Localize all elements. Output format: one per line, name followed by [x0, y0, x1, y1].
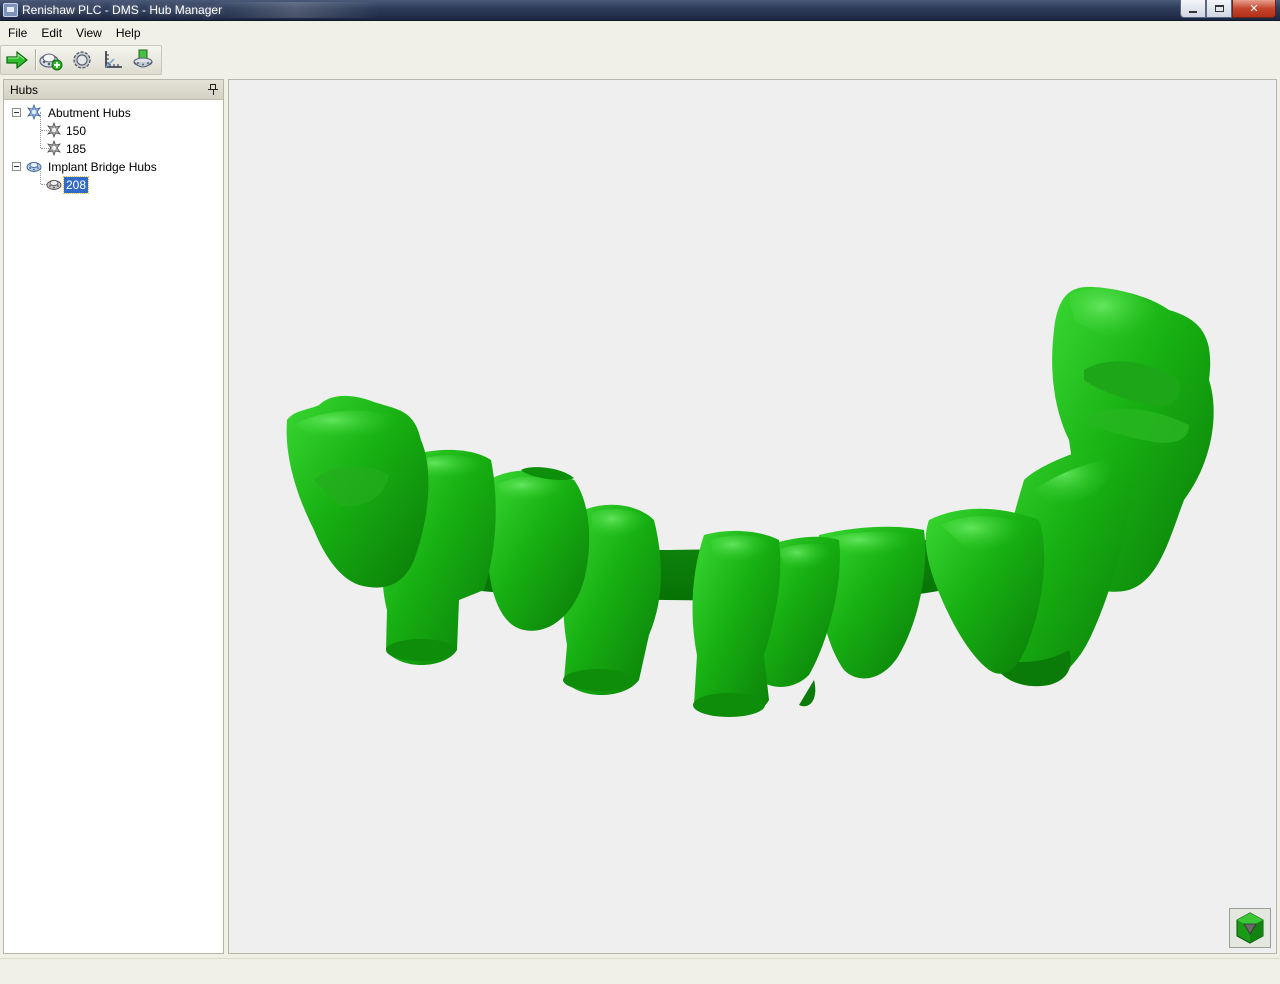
window-controls: ✕	[1180, 0, 1276, 18]
app-icon[interactable]	[3, 3, 18, 17]
bridge-hub-icon	[46, 180, 62, 190]
bridge-hub-icon	[26, 162, 42, 172]
tree-item-label: 208	[62, 176, 90, 194]
tree-item-abutment-hubs[interactable]: Abutment Hubs	[4, 104, 223, 122]
minimize-button[interactable]	[1180, 0, 1206, 18]
abutment-hub-icon	[47, 122, 61, 138]
menu-edit[interactable]: Edit	[33, 22, 68, 44]
panel-title: Hubs	[10, 83, 39, 97]
pin-icon[interactable]	[208, 84, 218, 95]
hub-gear-icon	[73, 51, 91, 69]
tree-item-label: Abutment Hubs	[48, 106, 131, 120]
orientation-cube-icon	[1236, 912, 1264, 944]
collapse-toggle[interactable]	[12, 108, 21, 117]
add-hub-icon	[39, 53, 63, 71]
hubs-panel: Hubs Abutment Hubs 150 185 Implant Bridg…	[3, 79, 224, 954]
status-bar	[0, 958, 1280, 984]
restore-icon	[1214, 5, 1224, 12]
model-viewport[interactable]	[228, 79, 1277, 954]
title-bar: Renishaw PLC - DMS - Hub Manager ✕	[0, 0, 1280, 21]
abutment-hub-icon	[27, 104, 41, 120]
close-button[interactable]: ✕	[1232, 0, 1276, 18]
orientation-cube[interactable]	[1229, 908, 1271, 948]
abutment-hub-icon	[47, 140, 61, 156]
window-title: Renishaw PLC - DMS - Hub Manager	[22, 3, 223, 17]
tree-item-150[interactable]: 150	[4, 122, 223, 140]
tree-item-label: Implant Bridge Hubs	[48, 160, 157, 174]
tree-item-185[interactable]: 185	[4, 140, 223, 158]
go-button[interactable]	[4, 47, 30, 73]
add-hub-button[interactable]	[38, 47, 64, 73]
minimize-icon	[1189, 10, 1197, 13]
tree-item-208[interactable]: 208	[4, 176, 223, 194]
dental-bridge-model[interactable]	[229, 80, 1277, 954]
tree-item-label: 185	[66, 142, 87, 156]
title-glass	[210, 2, 380, 18]
tree-item-implant-bridge-hubs[interactable]: Implant Bridge Hubs	[4, 158, 223, 176]
tree-item-label: 150	[66, 124, 87, 138]
close-icon: ✕	[1249, 2, 1259, 15]
axes-button[interactable]	[100, 47, 126, 73]
panel-header: Hubs	[4, 80, 223, 100]
maximize-button[interactable]	[1206, 0, 1232, 18]
hub-cup-button[interactable]	[130, 47, 156, 73]
collapse-toggle[interactable]	[12, 162, 21, 171]
go-arrow-icon	[6, 51, 28, 69]
axes-icon	[104, 51, 122, 68]
toolbar	[0, 45, 162, 75]
menu-help[interactable]: Help	[108, 22, 147, 44]
hub-cup-icon	[133, 49, 153, 68]
menu-view[interactable]: View	[68, 22, 108, 44]
menu-bar: File Edit View Help	[0, 22, 1280, 44]
menu-file[interactable]: File	[0, 22, 33, 44]
hub-settings-button[interactable]	[69, 47, 95, 73]
toolbar-separator	[34, 49, 36, 71]
